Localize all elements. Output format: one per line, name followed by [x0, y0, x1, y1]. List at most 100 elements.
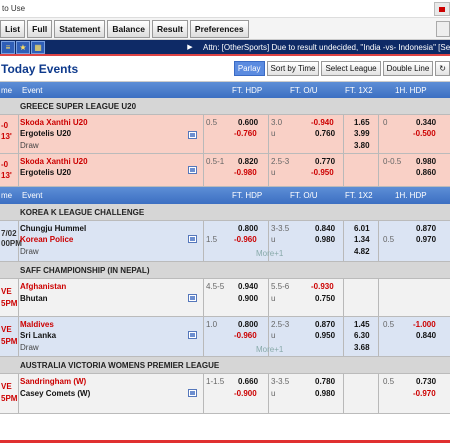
ou-under-odds[interactable]: 0.980	[315, 389, 335, 398]
double-line-button[interactable]: Double Line	[382, 61, 434, 76]
menu-extra-button[interactable]	[436, 20, 450, 37]
ou-under-label: u	[271, 235, 276, 244]
ou-over-odds[interactable]: -0.930	[311, 282, 334, 291]
h1-away-odds[interactable]: -0.500	[413, 129, 436, 138]
h1-home-odds[interactable]: 0.870	[416, 224, 436, 233]
hdp-away-odds[interactable]: -0.960	[234, 235, 257, 244]
col-1h-hdp: 1H. HDP	[395, 191, 427, 200]
odds-1[interactable]: 1.45	[354, 320, 370, 329]
match-row[interactable]: -0 13' Skoda Xanthi U20 Ergotelis U20 0.…	[0, 154, 450, 187]
ou-under-odds[interactable]: -0.950	[311, 168, 334, 177]
league-header: KOREA K LEAGUE CHALLENGE	[0, 204, 450, 221]
hdp-away-odds[interactable]: -0.960	[234, 331, 257, 340]
ticker-message: Attn: [OtherSports] Due to result undeci…	[203, 42, 450, 52]
refresh-icon[interactable]: ↻	[435, 61, 450, 76]
ticker-arrow-icon[interactable]: ▶	[185, 43, 195, 51]
ou-over-odds[interactable]: 0.840	[315, 224, 335, 233]
ou-over-odds[interactable]: 0.870	[315, 320, 335, 329]
ou-over-odds[interactable]: 0.780	[315, 377, 335, 386]
hdp-line: 1-1.5	[206, 377, 225, 386]
hdp-home-odds[interactable]: 0.800	[238, 320, 258, 329]
ou-under-odds[interactable]: 0.980	[315, 235, 335, 244]
ou-under-label: u	[271, 168, 276, 177]
hdp-line: 0.5-1	[206, 157, 225, 166]
ou-over-odds[interactable]: 0.770	[315, 157, 335, 166]
col-ft-ou: FT. O/U	[290, 86, 318, 95]
draw-label: Draw	[20, 343, 39, 352]
hdp-away-odds[interactable]: -0.900	[234, 389, 257, 398]
ou-over-odds[interactable]: -0.940	[311, 118, 334, 127]
home-team: Sandringham (W)	[20, 377, 87, 386]
h1-away-odds[interactable]: 0.860	[416, 168, 436, 177]
hdp-away-odds[interactable]: -0.760	[234, 129, 257, 138]
h1-home-odds[interactable]: 0.980	[416, 157, 436, 166]
top-bar: to Use	[0, 0, 450, 18]
menu-bar: List Full Statement Balance Result Prefe…	[0, 18, 450, 40]
h1-home-odds[interactable]: 0.730	[416, 377, 436, 386]
hdp-home-odds[interactable]: 0.600	[238, 118, 258, 127]
match-minute: 00PM	[1, 239, 22, 248]
more-markets-link[interactable]: More+1	[256, 345, 283, 354]
tv-icon[interactable]	[188, 389, 197, 397]
hdp-away-odds[interactable]: 0.900	[238, 294, 258, 303]
more-markets-link[interactable]: More+1	[256, 249, 283, 258]
match-time: VE	[1, 287, 12, 296]
tv-icon[interactable]	[188, 235, 197, 243]
tv-icon[interactable]	[188, 331, 197, 339]
sort-by-time-button[interactable]: Sort by Time	[266, 61, 320, 76]
match-row[interactable]: -0 13' Skoda Xanthi U20 Ergotelis U20 Dr…	[0, 115, 450, 154]
tv-icon[interactable]	[188, 131, 197, 139]
odds-x[interactable]: 3.68	[354, 343, 370, 352]
odds-2[interactable]: 3.99	[354, 129, 370, 138]
menu-result[interactable]: Result	[151, 19, 188, 38]
match-row[interactable]: VE 5PM Afghanistan Bhutan 4.5-5 0.940 0.…	[0, 279, 450, 317]
h1-away-odds[interactable]: 0.970	[416, 235, 436, 244]
home-team: Afghanistan	[20, 282, 67, 291]
tv-icon[interactable]	[188, 294, 197, 302]
parlay-button[interactable]: Parlay	[233, 61, 265, 76]
hdp-home-odds[interactable]: 0.800	[238, 224, 258, 233]
odds-2[interactable]: 1.34	[354, 235, 370, 244]
match-row[interactable]: VE 5PM Maldives Sri Lanka Draw 1.0 0.800…	[0, 317, 450, 357]
chart-icon[interactable]: ▦	[31, 40, 45, 54]
ou-under-odds[interactable]: 0.760	[315, 129, 335, 138]
ou-under-label: u	[271, 294, 276, 303]
home-team: Maldives	[20, 320, 54, 329]
away-team: Ergotelis U20	[20, 129, 72, 138]
tv-icon[interactable]	[188, 166, 197, 174]
hdp-home-odds[interactable]: 0.940	[238, 282, 258, 291]
odds-1[interactable]: 6.01	[354, 224, 370, 233]
ou-under-odds[interactable]: 0.950	[315, 331, 335, 340]
star-icon[interactable]: ★	[16, 40, 30, 54]
match-minute: 5PM	[1, 337, 18, 346]
hdp-home-odds[interactable]: 0.660	[238, 377, 258, 386]
match-time: 7/02	[1, 229, 17, 238]
match-row[interactable]: 7/02 00PM Chungju Hummel Korean Police D…	[0, 221, 450, 262]
close-icon[interactable]	[434, 2, 450, 16]
h1-home-odds[interactable]: 0.340	[416, 118, 436, 127]
odds-1[interactable]: 1.65	[354, 118, 370, 127]
hdp-away-odds[interactable]: -0.980	[234, 168, 257, 177]
menu-statement[interactable]: Statement	[54, 19, 106, 38]
col-ft-1x2: FT. 1X2	[345, 191, 373, 200]
home-team: Chungju Hummel	[20, 224, 87, 233]
h1-away-odds[interactable]: -0.970	[413, 389, 436, 398]
list-icon[interactable]: ≡	[1, 40, 15, 54]
menu-balance[interactable]: Balance	[107, 19, 150, 38]
match-time: VE	[1, 382, 12, 391]
h1-line: 0-0.5	[383, 157, 402, 166]
ou-under-odds[interactable]: 0.750	[315, 294, 335, 303]
page-title: Today Events	[1, 61, 79, 76]
odds-2[interactable]: 6.30	[354, 331, 370, 340]
menu-preferences[interactable]: Preferences	[189, 19, 249, 38]
menu-full[interactable]: Full	[27, 19, 53, 38]
ou-line: 2.5-3	[271, 320, 290, 329]
hdp-home-odds[interactable]: 0.820	[238, 157, 258, 166]
select-league-button[interactable]: Select League	[321, 61, 381, 76]
h1-away-odds[interactable]: 0.840	[416, 331, 436, 340]
odds-x[interactable]: 3.80	[354, 141, 370, 150]
menu-list[interactable]: List	[0, 19, 26, 38]
h1-home-odds[interactable]: -1.000	[413, 320, 436, 329]
odds-x[interactable]: 4.82	[354, 247, 370, 256]
match-row[interactable]: VE 5PM Sandringham (W) Casey Comets (W) …	[0, 374, 450, 414]
